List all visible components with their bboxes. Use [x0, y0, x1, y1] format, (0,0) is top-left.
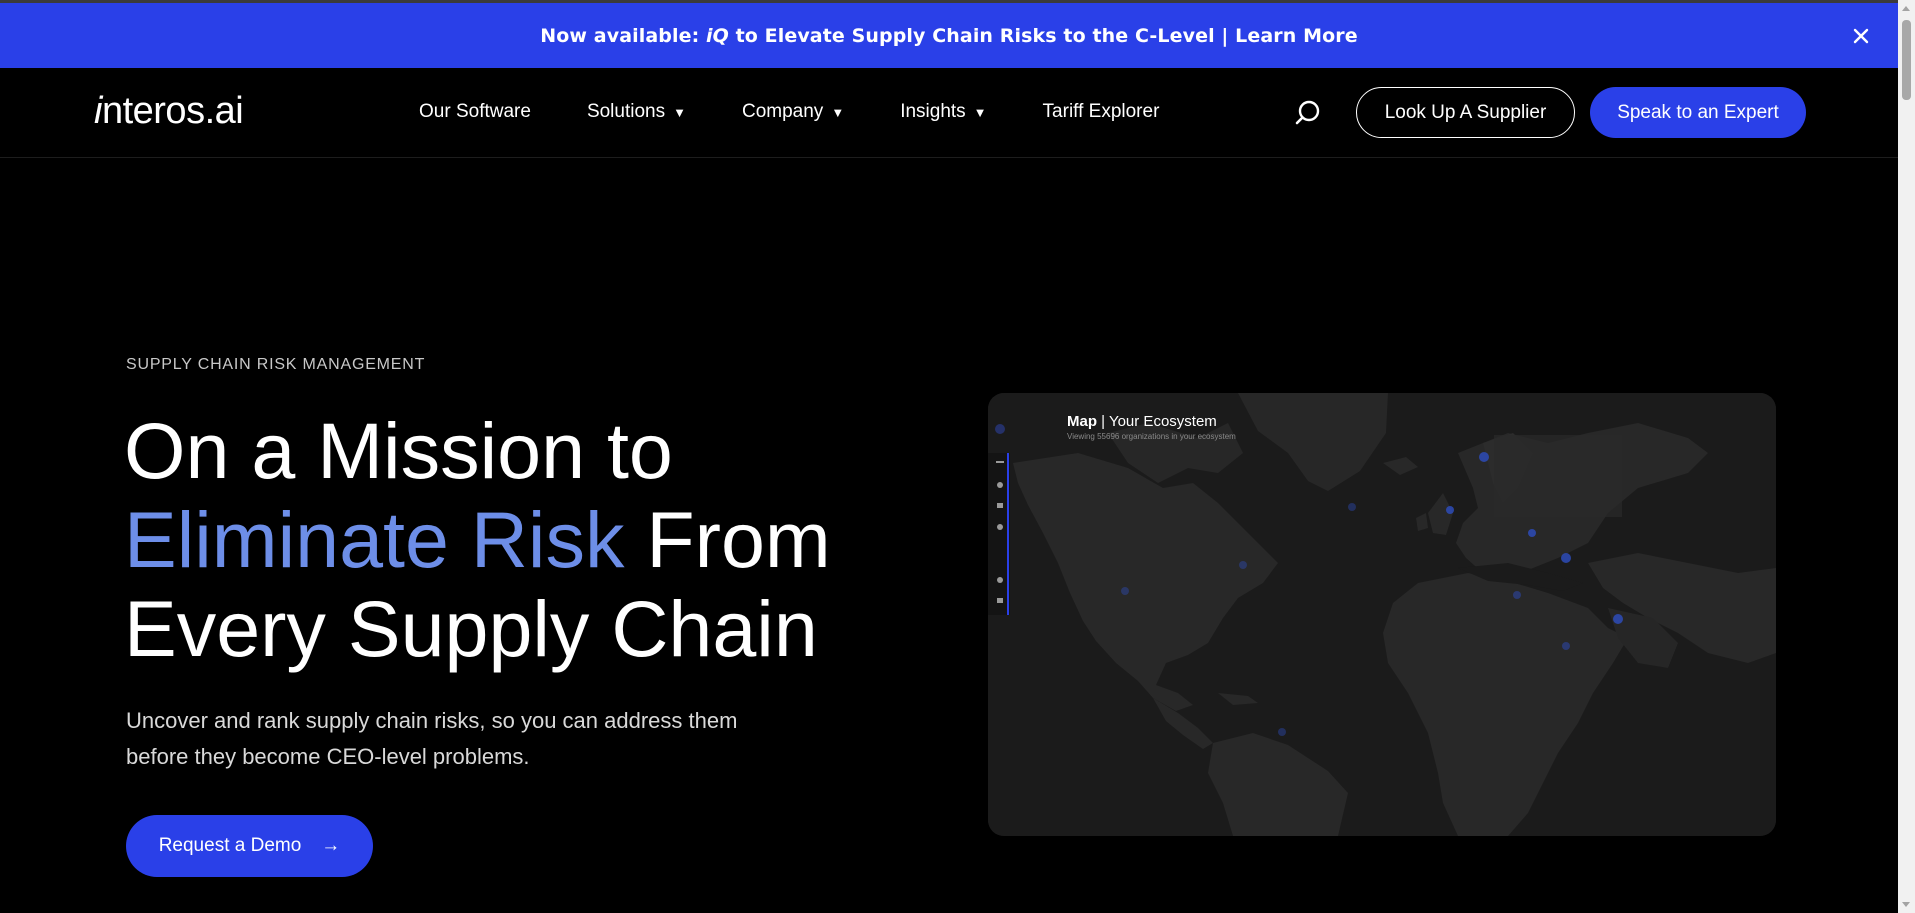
- map-marker: [1278, 728, 1286, 736]
- request-demo-button[interactable]: Request a Demo →: [126, 815, 373, 877]
- ecosystem-map-preview: Map | Your Ecosystem Viewing 55696 organ…: [988, 393, 1776, 836]
- page-scrollbar[interactable]: [1898, 0, 1915, 913]
- caret-down-icon: ▼: [973, 104, 987, 120]
- logo-i: i: [94, 90, 102, 132]
- nav-item-our-software[interactable]: Our Software: [419, 101, 531, 123]
- hero-title-line1: On a Mission to: [124, 406, 673, 495]
- nav-item-company[interactable]: Company ▼: [742, 101, 844, 123]
- caret-down-icon: ▼: [831, 104, 845, 120]
- announcement-bar[interactable]: Now available: iQ to Elevate Supply Chai…: [0, 0, 1898, 68]
- map-marker: [1348, 503, 1356, 511]
- map-marker: [1513, 591, 1521, 599]
- scroll-up-icon[interactable]: [1902, 6, 1910, 11]
- map-sidebar-active-indicator: [1007, 453, 1009, 615]
- nav-item-insights[interactable]: Insights ▼: [900, 101, 986, 123]
- map-marker: [1479, 452, 1489, 462]
- logo-text: nteros.ai: [101, 90, 244, 132]
- map-marker: [1121, 587, 1129, 595]
- map-title-bold: Map: [1067, 413, 1097, 430]
- map-marker: [1561, 553, 1571, 563]
- hero-title: On a Mission to Eliminate Risk From Ever…: [124, 406, 924, 673]
- map-marker: [1562, 642, 1570, 650]
- scroll-thumb[interactable]: [1902, 20, 1911, 100]
- nav-item-label: Our Software: [419, 101, 531, 122]
- nav-item-solutions[interactable]: Solutions ▼: [587, 101, 686, 123]
- map-sidebar-logo-dot: [995, 424, 1005, 434]
- announcement-text[interactable]: Now available: iQ to Elevate Supply Chai…: [540, 25, 1357, 47]
- hero-title-accent: Eliminate Risk: [124, 495, 625, 584]
- scroll-down-icon[interactable]: [1902, 902, 1910, 907]
- speak-to-expert-button[interactable]: Speak to an Expert: [1590, 87, 1806, 138]
- map-sidebar-icon-help: [997, 577, 1003, 583]
- site-logo[interactable]: interos.ai: [94, 90, 244, 133]
- hero-subtitle-line1: Uncover and rank supply chain risks, so …: [126, 708, 738, 733]
- nav-links: Our Software Solutions ▼ Company ▼ Insig…: [419, 101, 1159, 123]
- world-map: [988, 393, 1776, 836]
- map-marker: [1528, 529, 1536, 537]
- map-overlay-panel: [1494, 435, 1622, 517]
- announcement-iq: iQ: [706, 24, 729, 47]
- map-sidebar-icon-logout: [997, 598, 1003, 603]
- map-sidebar-icon-chart: [997, 503, 1003, 508]
- map-sidebar-icon-active: [996, 461, 1004, 463]
- request-demo-label: Request a Demo: [158, 835, 302, 856]
- announcement-prefix: Now available:: [540, 24, 706, 47]
- hero-subtitle-line2: before they become CEO-level problems.: [126, 744, 530, 769]
- map-title-rest: | Your Ecosystem: [1097, 413, 1217, 430]
- nav-item-label: Company: [741, 101, 824, 122]
- map-marker: [1239, 561, 1247, 569]
- nav-item-label: Tariff Explorer: [1042, 101, 1160, 122]
- close-icon[interactable]: [1850, 25, 1872, 47]
- map-sidebar: [988, 453, 1010, 615]
- search-icon[interactable]: [1293, 98, 1323, 128]
- nav-item-label: Insights: [900, 101, 966, 122]
- map-subtitle: Viewing 55696 organizations in your ecos…: [1067, 432, 1236, 441]
- announcement-suffix: to Elevate Supply Chain Risks to the C-L…: [728, 24, 1358, 47]
- arrow-right-icon: →: [321, 835, 341, 856]
- map-title: Map | Your Ecosystem: [1067, 413, 1217, 430]
- map-marker: [1613, 614, 1623, 624]
- nav-item-tariff-explorer[interactable]: Tariff Explorer: [1043, 101, 1160, 123]
- caret-down-icon: ▼: [673, 104, 686, 120]
- hero-subtitle: Uncover and rank supply chain risks, so …: [126, 703, 806, 775]
- main-navbar: interos.ai Our Software Solutions ▼ Comp…: [0, 68, 1898, 158]
- map-marker: [1446, 506, 1454, 514]
- hero-eyebrow: SUPPLY CHAIN RISK MANAGEMENT: [126, 356, 426, 373]
- map-sidebar-icon-compass: [997, 482, 1003, 488]
- hero-title-line3: Every Supply Chain: [124, 584, 818, 673]
- map-sidebar-icon-settings: [997, 524, 1003, 530]
- nav-item-label: Solutions: [586, 101, 666, 122]
- look-up-supplier-button[interactable]: Look Up A Supplier: [1356, 87, 1575, 138]
- hero-title-line2-rest: From: [624, 495, 831, 584]
